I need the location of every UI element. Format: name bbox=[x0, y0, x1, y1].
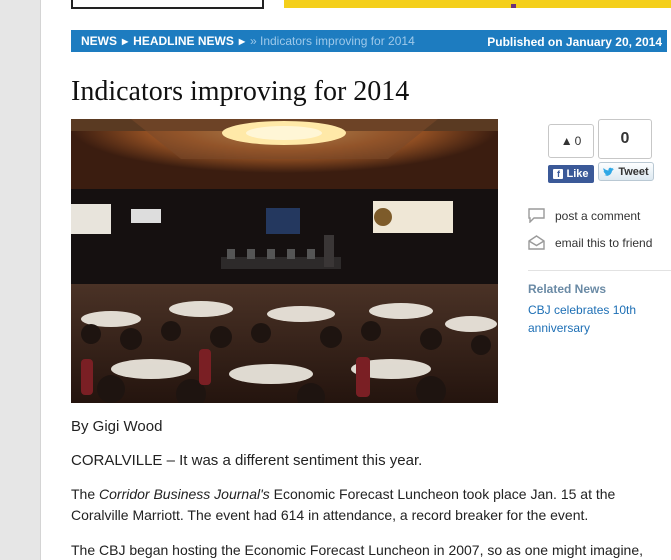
tweet-button[interactable]: Tweet bbox=[598, 162, 654, 181]
breadcrumb-item-news[interactable]: NEWS ▶ bbox=[71, 34, 128, 48]
envelope-icon bbox=[528, 235, 545, 250]
breadcrumb-headline-news-label[interactable]: HEADLINE NEWS bbox=[133, 34, 234, 48]
header-accent-bar bbox=[284, 0, 671, 8]
breadcrumb-current: » Indicators improving for 2014 bbox=[250, 34, 415, 48]
email-friend-link[interactable]: email this to friend bbox=[528, 235, 652, 250]
tweet-count-bubble: 0 bbox=[598, 119, 652, 159]
breadcrumb-news-label[interactable]: NEWS bbox=[81, 34, 117, 48]
lead-paragraph: CORALVILLE – It was a different sentimen… bbox=[71, 452, 423, 469]
comment-icon bbox=[528, 208, 545, 223]
body-text: The bbox=[71, 486, 100, 502]
twitter-bird-icon bbox=[603, 167, 615, 176]
like-count: 0 bbox=[574, 134, 582, 148]
article-photo[interactable] bbox=[71, 119, 498, 403]
published-date: Published on January 20, 2014 bbox=[487, 35, 662, 49]
publication-name: Corridor Business Journal's bbox=[99, 486, 270, 502]
facebook-icon: f bbox=[553, 169, 564, 179]
tweet-count: 0 bbox=[620, 130, 630, 147]
chevron-right-icon: » bbox=[249, 34, 260, 48]
related-news-link[interactable]: CBJ celebrates 10th anniversary bbox=[528, 301, 658, 337]
tweet-label: Tweet bbox=[618, 165, 649, 178]
header-search-box[interactable] bbox=[71, 0, 264, 9]
header-accent-mark bbox=[511, 4, 516, 8]
page-title: Indicators improving for 2014 bbox=[71, 76, 410, 107]
breadcrumb-item-headline-news[interactable]: HEADLINE NEWS ▶ bbox=[128, 34, 245, 48]
post-comment-link[interactable]: post a comment bbox=[528, 208, 640, 223]
byline: By Gigi Wood bbox=[71, 418, 163, 435]
page: NEWS ▶ HEADLINE NEWS ▶ » Indicators impr… bbox=[40, 0, 671, 560]
email-friend-label[interactable]: email this to friend bbox=[555, 236, 652, 250]
chevron-right-icon: ▶ bbox=[238, 36, 245, 46]
facebook-like-button[interactable]: f Like bbox=[548, 165, 594, 183]
like-count-bubble: ▲ 0 bbox=[548, 124, 594, 158]
body-paragraph: The Corridor Business Journal's Economic… bbox=[71, 484, 631, 526]
like-label: Like bbox=[566, 168, 589, 180]
breadcrumb-current-label: Indicators improving for 2014 bbox=[260, 34, 415, 48]
post-comment-label[interactable]: post a comment bbox=[555, 209, 640, 223]
thumbs-up-icon: ▲ bbox=[560, 134, 573, 148]
body-paragraph: The CBJ began hosting the Economic Forec… bbox=[71, 542, 644, 558]
related-news-heading: Related News bbox=[528, 282, 607, 296]
sidebar-divider bbox=[528, 270, 671, 271]
breadcrumb: NEWS ▶ HEADLINE NEWS ▶ » Indicators impr… bbox=[71, 30, 667, 52]
